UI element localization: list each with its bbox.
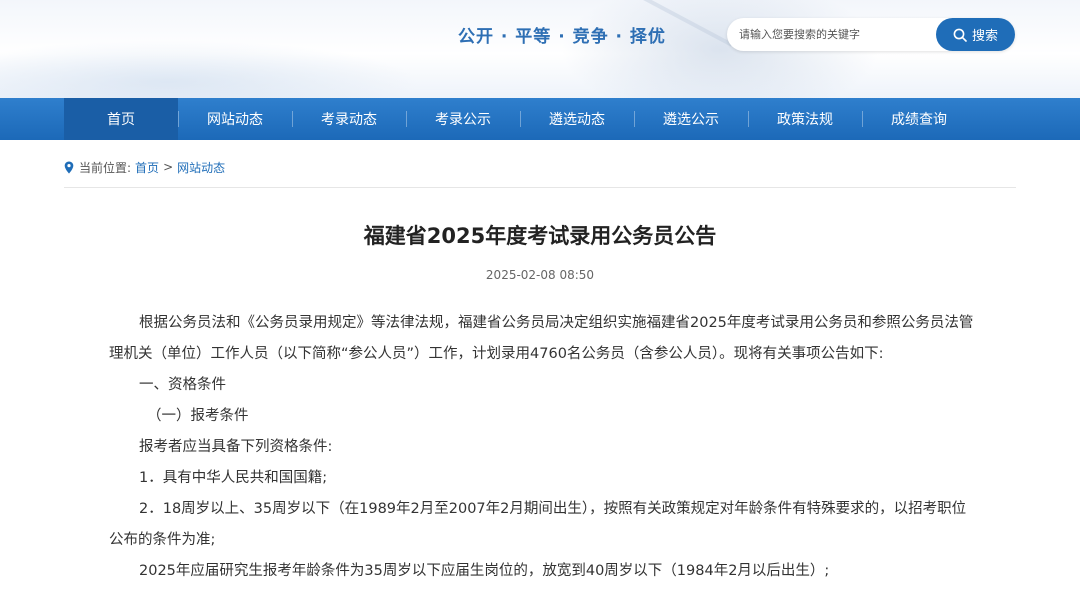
header-decoration [0,40,420,98]
main-nav: 首页 网站动态 考录动态 考录公示 遴选动态 遴选公示 政策法规 成绩查询 [0,98,1080,140]
article-date: 2025-02-08 08:50 [485,268,595,282]
search-box: 搜索 [727,18,1015,51]
nav-item-exam-news[interactable]: 考录动态 [292,98,406,140]
site-slogan: 公开 · 平等 · 竞争 · 择优 [458,27,666,47]
search-input[interactable] [727,18,937,51]
breadcrumb-home-link[interactable]: 首页 [135,159,159,176]
search-button-label: 搜索 [971,29,998,44]
nav-item-selection-news[interactable]: 遴选动态 [520,98,634,140]
breadcrumb-prefix: 当前位置: [79,160,132,175]
article-title: 福建省2025年度考试录用公务员公告 [363,224,717,248]
search-button[interactable]: 搜索 [936,18,1015,51]
article-paragraph: 报考者应当具备下列资格条件: [139,439,333,455]
article-paragraph: 根据公务员法和《公务员录用规定》等法律法规，福建省公务员局决定组织实施福建省20… [109,315,974,362]
nav-item-exam-notice[interactable]: 考录公示 [406,98,520,140]
search-icon [953,28,967,42]
nav-item-home[interactable]: 首页 [64,98,178,140]
article-section-heading: 一、资格条件 [139,377,226,393]
breadcrumb: 当前位置: 首页 > 网站动态 [64,158,225,176]
breadcrumb-current-link[interactable]: 网站动态 [177,159,225,176]
nav-item-selection-notice[interactable]: 遴选公示 [634,98,748,140]
article-body: 根据公务员法和《公务员录用规定》等法律法规，福建省公务员局决定组织实施福建省20… [109,308,975,587]
article-list-item: 1．具有中华人民共和国国籍; [139,470,328,486]
nav-item-site-news[interactable]: 网站动态 [178,98,292,140]
location-pin-icon [64,161,74,174]
breadcrumb-separator: > [163,160,174,174]
site-header: 公开 · 平等 · 竞争 · 择优 搜索 [0,0,1080,98]
nav-item-policy[interactable]: 政策法规 [748,98,862,140]
breadcrumb-divider [64,187,1016,188]
article-list-item: 2．18周岁以上、35周岁以下（在1989年2月至2007年2月期间出生），按照… [109,501,967,548]
nav-item-score-query[interactable]: 成绩查询 [862,98,976,140]
article-paragraph: 2025年应届研究生报考年龄条件为35周岁以下应届生岗位的，放宽到40周岁以下（… [139,563,830,579]
article-subsection-heading: （一）报考条件 [147,408,249,424]
